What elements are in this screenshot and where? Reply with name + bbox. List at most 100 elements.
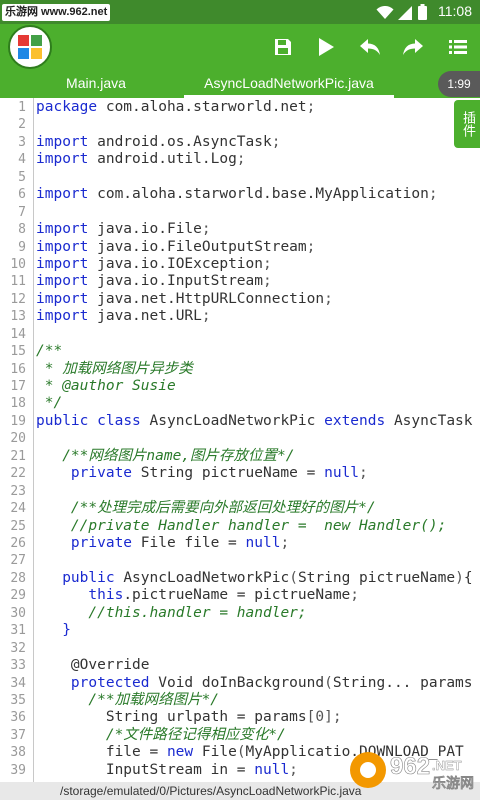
code-token: this xyxy=(88,587,124,604)
line-number: 17 xyxy=(10,379,26,395)
line-number: 6 xyxy=(18,187,26,203)
code-token: protected xyxy=(70,674,150,691)
line-number: 23 xyxy=(10,483,26,499)
code-line[interactable]: public AsyncLoadNetworkPic(String pictru… xyxy=(36,569,472,587)
watermark-badge: 乐游网 www.962.net xyxy=(2,4,111,21)
line-number: 33 xyxy=(10,658,26,674)
line-number: 25 xyxy=(10,518,26,534)
app-grid-logo-icon[interactable] xyxy=(8,25,52,69)
save-icon[interactable] xyxy=(270,34,296,60)
code-token: import xyxy=(36,238,89,255)
menu-list-icon[interactable] xyxy=(445,34,471,60)
code-line[interactable]: /**加载网络图片*/ xyxy=(36,692,219,709)
line-number: 1 xyxy=(18,100,26,115)
line-number: 31 xyxy=(10,623,26,639)
code-line[interactable]: /*文件路径记得相应变化*/ xyxy=(36,727,286,744)
code-line[interactable]: this.pictrueName = pictrueName; xyxy=(36,587,359,604)
code-token: import xyxy=(36,221,89,238)
code-line[interactable]: import android.util.Log; xyxy=(36,151,246,168)
line-number: 35 xyxy=(10,692,26,708)
code-editor[interactable]: 1 2 3 4 5 6 7 8 9 10 11 12 13 14 15 16 17 18 19 20 21 22 23 24 2… xyxy=(0,98,480,782)
code-token: File xyxy=(193,744,237,761)
code-line[interactable]: //this.handler = handler; xyxy=(36,605,306,622)
code-token: com.aloha.starworld.net xyxy=(97,99,307,115)
line-number: 13 xyxy=(10,309,26,325)
code-line[interactable]: import java.net.URL; xyxy=(36,308,211,325)
code-token: ; xyxy=(324,290,333,307)
line-number-gutter: 1 2 3 4 5 6 7 8 9 10 11 12 13 14 15 16 17 18 19 20 21 22 23 24 2… xyxy=(0,98,34,782)
line-number: 29 xyxy=(10,588,26,604)
code-token: ; xyxy=(236,151,246,168)
code-line[interactable]: String urlpath = params[0]; xyxy=(36,709,342,726)
code-token: /*文件路径记得相应变化*/ xyxy=(105,726,286,743)
line-number: 26 xyxy=(10,536,26,551)
undo-icon[interactable] xyxy=(357,34,383,60)
code-line[interactable]: public class AsyncLoadNetworkPic extends… xyxy=(36,413,473,430)
code-token: extends xyxy=(324,412,386,429)
code-line[interactable]: package com.aloha.starworld.net; xyxy=(36,99,315,116)
code-line[interactable]: protected Void doInBackground(String... … xyxy=(36,675,473,692)
code-line[interactable]: import java.io.IOException; xyxy=(36,256,272,273)
line-number: 30 xyxy=(10,605,26,621)
code-line[interactable]: /**网络图片name,图片存放位置*/ xyxy=(36,447,295,465)
code-token: private xyxy=(70,465,133,482)
redo-icon[interactable] xyxy=(400,34,426,60)
watermark-suffix: .NET xyxy=(432,758,462,773)
code-line[interactable]: */ xyxy=(36,395,62,412)
code-token: ; xyxy=(350,587,360,604)
tab-asyncloadnetworkpic-java[interactable]: AsyncLoadNetworkPic.java xyxy=(184,70,394,98)
code-token: String pictrueName xyxy=(297,569,456,586)
line-number: 19 xyxy=(10,413,26,429)
code-line[interactable]: import java.net.HttpURLConnection; xyxy=(36,291,333,308)
cursor-position-badge[interactable]: 1:99 xyxy=(438,71,480,97)
code-token: [0] xyxy=(306,709,333,726)
code-token: String pictrueName = xyxy=(132,465,325,482)
code-line[interactable]: import java.io.InputStream; xyxy=(36,273,272,290)
code-token: /**网络图片name,图片存放位置*/ xyxy=(62,447,295,464)
code-line[interactable]: InputStream in = null; xyxy=(36,762,298,779)
code-line[interactable]: //private Handler handler = new Handler(… xyxy=(36,518,446,535)
code-line[interactable]: @Override xyxy=(36,657,150,674)
code-line[interactable]: import com.aloha.starworld.base.MyApplic… xyxy=(36,186,438,203)
line-number: 16 xyxy=(10,361,26,377)
code-line[interactable]: private File file = null; xyxy=(36,535,289,552)
code-token: ; xyxy=(263,273,272,290)
code-token: AsyncLoadNetworkPic xyxy=(140,412,325,429)
signal-icon xyxy=(398,5,412,24)
code-line[interactable]: import android.os.AsyncTask; xyxy=(36,134,280,151)
code-line[interactable]: private String pictrueName = null; xyxy=(36,465,368,482)
code-line[interactable]: import java.io.File; xyxy=(36,221,211,238)
code-line[interactable]: /** xyxy=(36,343,62,360)
code-area[interactable]: package com.aloha.starworld.net; import a… xyxy=(36,98,480,782)
line-number: 10 xyxy=(10,256,26,272)
code-line[interactable]: import java.io.FileOutputStream; xyxy=(36,239,315,256)
line-number: 4 xyxy=(18,152,26,168)
code-token: ; xyxy=(359,465,368,482)
watermark-chinese: 乐游网 xyxy=(432,775,474,792)
code-token: class xyxy=(97,412,141,429)
code-token: new xyxy=(166,744,194,761)
line-number: 38 xyxy=(10,745,26,761)
code-token: ; xyxy=(306,99,316,115)
tab-main-java[interactable]: Main.java xyxy=(42,70,150,98)
code-token: java.io.File xyxy=(88,221,202,238)
line-number: 20 xyxy=(10,431,26,447)
code-line[interactable]: /**处理完成后需要向外部返回处理好的图片*/ xyxy=(36,500,376,517)
app-toolbar xyxy=(0,24,480,70)
code-token: file = xyxy=(36,744,167,761)
code-line[interactable]: * @author Susie xyxy=(36,378,176,395)
code-token: import xyxy=(36,273,89,290)
plugin-side-tab[interactable]: 插件 xyxy=(454,100,480,148)
code-line[interactable]: * 加载网络图片异步类 xyxy=(36,361,193,378)
run-icon[interactable] xyxy=(313,34,339,60)
line-number: 5 xyxy=(18,169,26,185)
code-token: * @author Susie xyxy=(36,378,176,395)
code-line[interactable]: } xyxy=(36,622,71,639)
code-token: java.io.FileOutputStream xyxy=(88,238,307,255)
